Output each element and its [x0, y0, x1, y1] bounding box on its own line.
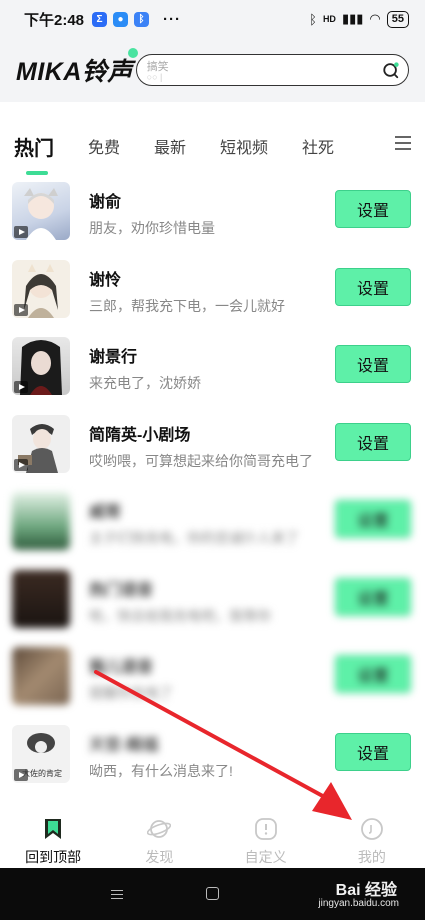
ringtone-title: 谢怜 [89, 271, 122, 289]
ringtone-thumbnail [12, 414, 70, 473]
bottom-nav: 回到顶部 发现 自定义 我的 [0, 805, 425, 868]
home-icon[interactable] [206, 887, 219, 900]
ringtone-title: 简隋英-小剧场 [89, 426, 191, 444]
ringtone-title: 威哥 [89, 504, 122, 521]
ringtone-thumbnail: 大佐的肯定 [12, 724, 70, 783]
ringtone-subtitle: 哎哟喂，可算想起来给你简哥充电了 [89, 452, 313, 469]
status-right: ᛒ HD ▮▮▮ ◠ 55 [309, 10, 409, 28]
nav-custom[interactable]: 自定义 [213, 805, 319, 868]
ringtone-thumbnail [12, 492, 70, 550]
search-hint: ○○ | [146, 72, 163, 82]
watermark-logo: Bai 经验 [335, 882, 397, 899]
play-icon[interactable] [14, 303, 28, 316]
bluetooth-app-icon: ᛒ [134, 11, 150, 27]
logo-dot [127, 48, 138, 58]
bookmark-icon [45, 819, 62, 839]
nav-back-to-top[interactable]: 回到顶部 [0, 805, 106, 868]
play-icon[interactable] [14, 381, 28, 393]
set-ringtone-button[interactable]: 设置 [335, 267, 411, 306]
wifi-icon: ◠ [369, 11, 381, 26]
app-header: MIKA铃声 搞笑 ○○ | [0, 38, 425, 102]
ringtone-subtitle: 朋友，劝你珍惜电量 [89, 220, 215, 236]
ringtone-subtitle: 主子们快充电，你的忠诚仆人来了 [89, 530, 299, 546]
list-item[interactable]: 谢怜 三郎，帮我充下电，一会儿就好 设置 [0, 256, 425, 334]
ringtone-title: 猫儿语音 [89, 659, 154, 676]
ringtone-title: 谢景行 [89, 349, 138, 366]
nav-discover[interactable]: 发现 [106, 805, 212, 868]
list-item[interactable]: 热门语音 哈，快去给我充电吧，我等你 设置 [0, 566, 425, 644]
signal-icon: ▮▮▮ [341, 11, 364, 26]
nav-label: 发现 [145, 849, 174, 865]
watermark-url: jingyan.baidu.com [318, 898, 399, 909]
nav-label: 我的 [357, 849, 386, 865]
play-icon[interactable] [14, 458, 28, 471]
set-ringtone-button[interactable]: 设置 [335, 655, 411, 693]
planet-icon [147, 820, 172, 838]
set-ringtone-button[interactable]: 设置 [335, 422, 411, 461]
ringtone-title: 热门语音 [89, 581, 154, 599]
ringtone-thumbnail [12, 259, 70, 318]
tab-free[interactable]: 免费 [88, 134, 120, 158]
battery-icon: 55 [386, 10, 409, 28]
recent-apps-icon[interactable] [111, 890, 123, 899]
ringtone-thumbnail [12, 182, 70, 240]
profile-icon [360, 818, 383, 840]
more-notifications-icon: ··· [163, 10, 182, 28]
list-item[interactable]: 威哥 主子们快充电，你的忠诚仆人来了 设置 [0, 488, 425, 566]
ringtone-subtitle: 提醒你充电了 [89, 685, 173, 701]
status-bar: 下午2:48 Σ ● ᛒ ··· ᛒ HD ▮▮▮ ◠ 55 [0, 0, 425, 38]
ringtone-subtitle: 来充电了，沈娇娇 [89, 375, 201, 391]
play-icon[interactable] [14, 226, 28, 238]
list-item[interactable]: 猫儿语音 提醒你充电了 设置 [0, 643, 425, 721]
thumbnail-caption: 大佐的肯定 [22, 768, 62, 778]
list-item[interactable]: 大佐的肯定 天官-赐福 呦西，有什么消息来了! 设置 [0, 721, 425, 799]
ringtone-subtitle: 三郎，帮我充下电，一会儿就好 [89, 297, 285, 314]
set-ringtone-button[interactable]: 设置 [335, 732, 411, 771]
bluetooth-icon: ᛒ [309, 11, 317, 27]
tab-latest[interactable]: 最新 [154, 134, 186, 158]
ringtone-thumbnail [12, 647, 70, 705]
list-item[interactable]: 简隋英-小剧场 哎哟喂，可算想起来给你简哥充电了 设置 [0, 411, 425, 489]
search-input[interactable]: 搞笑 ○○ | [135, 54, 409, 86]
sigma-app-icon: Σ [92, 11, 108, 27]
system-nav-bar: Bai 经验 jingyan.baidu.com [0, 868, 425, 920]
set-ringtone-button[interactable]: 设置 [335, 577, 411, 616]
set-ringtone-button[interactable]: 设置 [335, 190, 411, 228]
ringtone-thumbnail [12, 569, 70, 628]
tab-menu-icon[interactable] [395, 136, 411, 150]
nav-label: 回到顶部 [25, 849, 82, 865]
nav-mine[interactable]: 我的 [319, 805, 425, 868]
ringtone-thumbnail [12, 337, 70, 395]
ringtone-list: 谢俞 朋友，劝你珍惜电量 设置 谢怜 三郎，帮我充下电，一会儿就好 设置 谢景行… [0, 178, 425, 798]
category-tabs: 热门 免费 最新 短视频 社死 [0, 120, 425, 175]
nav-label: 自定义 [244, 849, 287, 865]
ringtone-title: 谢俞 [89, 194, 122, 211]
app-logo-text: MIKA铃声 [16, 58, 133, 86]
ringtone-title: 天官-赐福 [89, 736, 159, 754]
set-ringtone-button[interactable]: 设置 [335, 500, 411, 538]
tab-social-death[interactable]: 社死 [302, 134, 334, 158]
hd-signal-icon: HD [322, 14, 336, 24]
custom-phone-icon [254, 818, 277, 840]
search-icon[interactable] [382, 61, 400, 79]
tab-hot[interactable]: 热门 [14, 132, 54, 175]
ringtone-subtitle: 哈，快去给我充电吧，我等你 [89, 607, 271, 624]
list-item[interactable]: 谢景行 来充电了，沈娇娇 设置 [0, 333, 425, 411]
status-time: 下午2:48 [24, 11, 85, 29]
tab-short-video[interactable]: 短视频 [220, 134, 268, 158]
list-item[interactable]: 谢俞 朋友，劝你珍惜电量 设置 [0, 178, 425, 256]
chat-app-icon: ● [113, 11, 129, 27]
set-ringtone-button[interactable]: 设置 [335, 345, 411, 383]
ringtone-subtitle: 呦西，有什么消息来了! [89, 762, 233, 779]
app-logo: MIKA铃声 [16, 48, 138, 88]
